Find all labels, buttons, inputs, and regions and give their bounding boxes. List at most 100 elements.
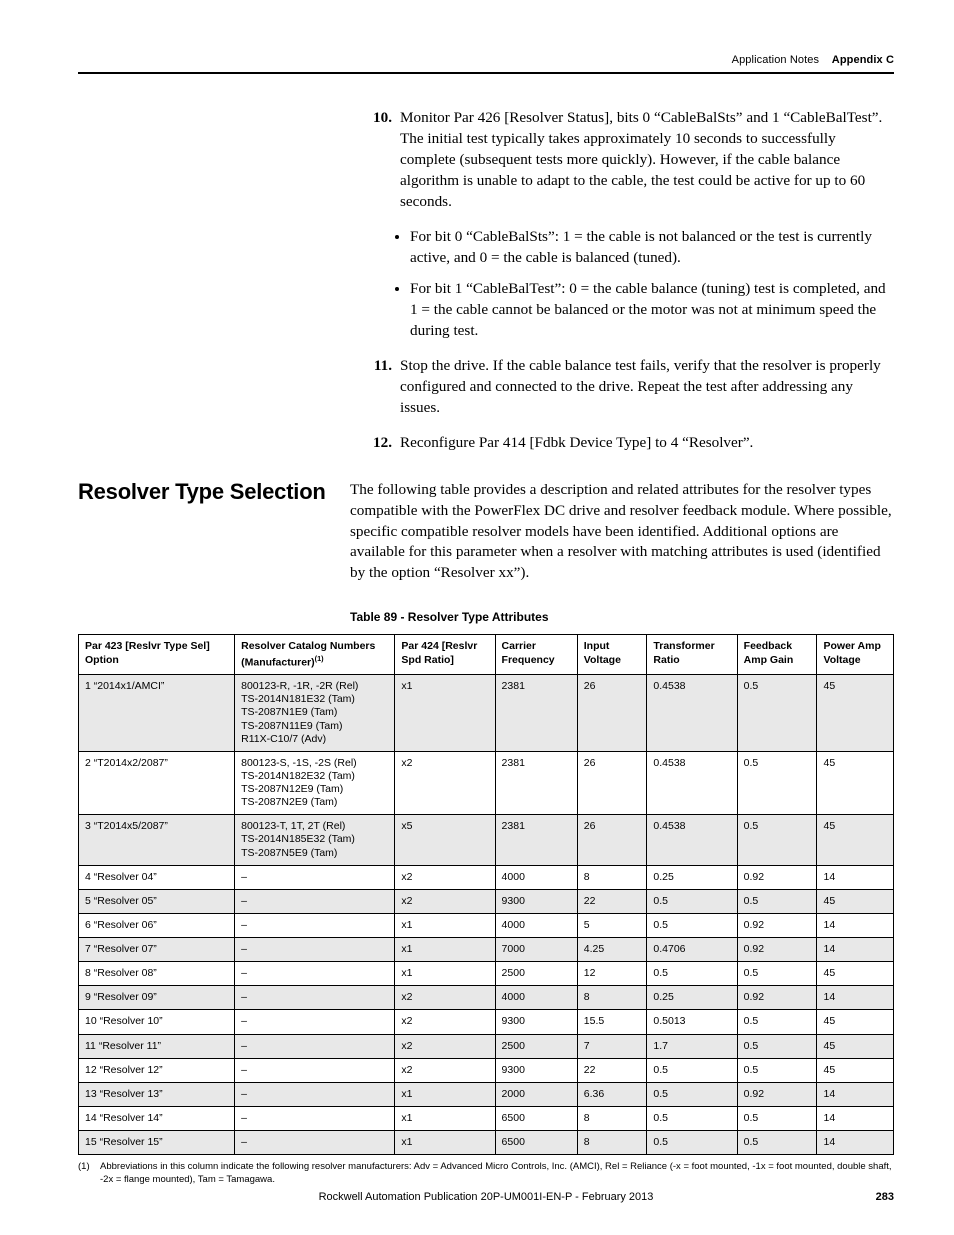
table-cell: 0.4538 <box>647 815 737 865</box>
table-cell: 2381 <box>495 675 577 752</box>
table-row: 2 “T2014x2/2087”800123-S, -1S, -2S (Rel)… <box>79 751 894 815</box>
table-cell: 2 “T2014x2/2087” <box>79 751 235 815</box>
table-cell: 0.5 <box>647 889 737 913</box>
table-cell: 0.4538 <box>647 675 737 752</box>
table-cell: – <box>235 986 395 1010</box>
th-transformer-ratio: Transformer Ratio <box>647 635 737 675</box>
table-row: 11 “Resolver 11”–x2250071.70.545 <box>79 1034 894 1058</box>
table-cell: 4000 <box>495 913 577 937</box>
table-cell: 14 <box>817 913 894 937</box>
step-10-bullet-1: For bit 0 “CableBalSts”: 1 = the cable i… <box>410 227 894 269</box>
table-cell: 2500 <box>495 962 577 986</box>
header-rule <box>78 72 894 74</box>
table-cell: x1 <box>395 962 495 986</box>
table-body: 1 “2014x1/AMCI”800123-R, -1R, -2R (Rel)T… <box>79 675 894 1155</box>
table-cell: – <box>235 865 395 889</box>
table-cell: 0.5 <box>737 751 817 815</box>
table-cell: 0.92 <box>737 986 817 1010</box>
table-cell: – <box>235 1010 395 1034</box>
table-cell: – <box>235 1034 395 1058</box>
table-cell: 12 <box>577 962 647 986</box>
table-cell: – <box>235 1106 395 1130</box>
table-cell: 8 “Resolver 08” <box>79 962 235 986</box>
th-catalog: Resolver Catalog Numbers (Manufacturer)(… <box>235 635 395 675</box>
running-header-right: Appendix C <box>832 54 894 66</box>
table-cell: 2381 <box>495 815 577 865</box>
table-row: 5 “Resolver 05”–x29300220.50.545 <box>79 889 894 913</box>
table-cell: x2 <box>395 751 495 815</box>
table-cell: 1 “2014x1/AMCI” <box>79 675 235 752</box>
table-cell: x1 <box>395 1131 495 1155</box>
table-cell: 0.5 <box>737 962 817 986</box>
table-cell: 4000 <box>495 986 577 1010</box>
table-cell: x1 <box>395 913 495 937</box>
table-cell: x1 <box>395 1106 495 1130</box>
table-cell: 1.7 <box>647 1034 737 1058</box>
table-cell: 9300 <box>495 889 577 913</box>
step-12-text: Reconfigure Par 414 [Fdbk Device Type] t… <box>400 433 894 454</box>
table-cell: 45 <box>817 962 894 986</box>
table-cell: 0.5 <box>737 889 817 913</box>
table-row: 4 “Resolver 04”–x2400080.250.9214 <box>79 865 894 889</box>
running-header-left: Application Notes <box>732 54 819 66</box>
table-cell: 800123-T, 1T, 2T (Rel)TS-2014N185E32 (Ta… <box>235 815 395 865</box>
th-input-voltage: Input Voltage <box>577 635 647 675</box>
table-cell: 0.5 <box>647 913 737 937</box>
ordered-steps: 10. Monitor Par 426 [Resolver Status], b… <box>358 108 894 454</box>
section-heading: Resolver Type Selection <box>78 480 350 585</box>
th-power-amp-voltage: Power Amp Voltage <box>817 635 894 675</box>
table-cell: x2 <box>395 1010 495 1034</box>
table-cell: 14 <box>817 986 894 1010</box>
table-cell: x1 <box>395 938 495 962</box>
table-cell: 0.25 <box>647 986 737 1010</box>
table-cell: 15.5 <box>577 1010 647 1034</box>
table-cell: 45 <box>817 751 894 815</box>
th-feedback-amp-gain: Feedback Amp Gain <box>737 635 817 675</box>
table-cell: 14 <box>817 938 894 962</box>
th-carrier-freq: Carrier Frequency <box>495 635 577 675</box>
footnote-text: Abbreviations in this column indicate th… <box>100 1161 894 1186</box>
table-cell: 13 “Resolver 13” <box>79 1082 235 1106</box>
table-cell: 0.5 <box>737 1010 817 1034</box>
step-10-text: Monitor Par 426 [Resolver Status], bits … <box>400 108 894 213</box>
table-cell: 3 “T2014x5/2087” <box>79 815 235 865</box>
table-cell: 14 “Resolver 14” <box>79 1106 235 1130</box>
table-cell: – <box>235 962 395 986</box>
table-cell: 0.92 <box>737 1082 817 1106</box>
table-cell: 2381 <box>495 751 577 815</box>
step-12: 12. Reconfigure Par 414 [Fdbk Device Typ… <box>358 433 894 454</box>
footnote-1: (1) Abbreviations in this column indicat… <box>78 1161 894 1186</box>
table-row: 6 “Resolver 06”–x1400050.50.9214 <box>79 913 894 937</box>
table-row: 14 “Resolver 14”–x1650080.50.514 <box>79 1106 894 1130</box>
table-cell: 8 <box>577 1131 647 1155</box>
running-header: Application Notes Appendix C <box>78 54 894 66</box>
table-cell: 9300 <box>495 1010 577 1034</box>
table-cell: 26 <box>577 675 647 752</box>
table-cell: 22 <box>577 889 647 913</box>
table-cell: x1 <box>395 1082 495 1106</box>
table-cell: 0.25 <box>647 865 737 889</box>
table-cell: 0.5 <box>737 1034 817 1058</box>
table-row: 1 “2014x1/AMCI”800123-R, -1R, -2R (Rel)T… <box>79 675 894 752</box>
table-cell: 800123-S, -1S, -2S (Rel)TS-2014N182E32 (… <box>235 751 395 815</box>
table-row: 12 “Resolver 12”–x29300220.50.545 <box>79 1058 894 1082</box>
section-paragraph: The following table provides a descripti… <box>350 480 894 585</box>
table-row: 15 “Resolver 15”–x1650080.50.514 <box>79 1131 894 1155</box>
table-cell: 0.5 <box>737 1131 817 1155</box>
table-cell: 45 <box>817 815 894 865</box>
table-cell: 6 “Resolver 06” <box>79 913 235 937</box>
table-caption: Table 89 - Resolver Type Attributes <box>350 610 894 624</box>
table-cell: 7000 <box>495 938 577 962</box>
table-cell: 14 <box>817 1131 894 1155</box>
table-cell: 45 <box>817 1034 894 1058</box>
table-cell: 0.92 <box>737 913 817 937</box>
table-cell: 0.5013 <box>647 1010 737 1034</box>
table-cell: 6500 <box>495 1131 577 1155</box>
table-cell: 26 <box>577 751 647 815</box>
table-cell: 7 <box>577 1034 647 1058</box>
table-cell: 2000 <box>495 1082 577 1106</box>
table-cell: 0.4538 <box>647 751 737 815</box>
footnote-num: (1) <box>78 1161 100 1186</box>
table-cell: 9 “Resolver 09” <box>79 986 235 1010</box>
table-cell: 10 “Resolver 10” <box>79 1010 235 1034</box>
